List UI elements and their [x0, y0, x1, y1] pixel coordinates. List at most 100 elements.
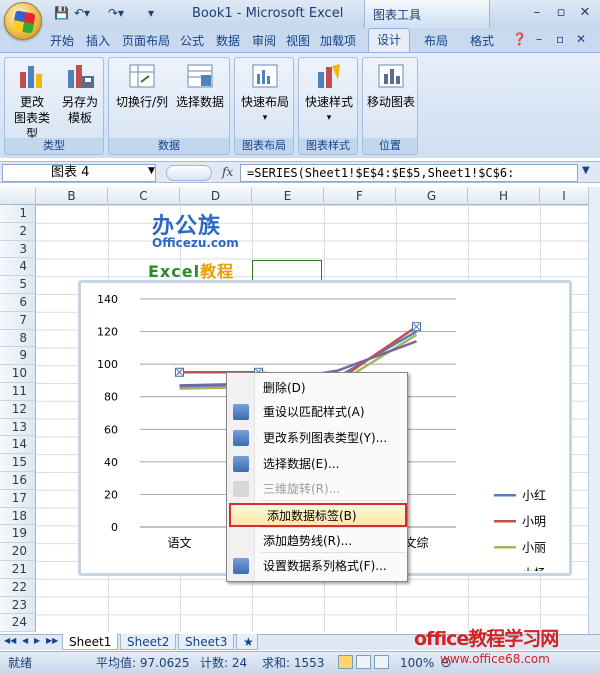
watermark-title: office教程学习网 — [414, 628, 559, 650]
last-sheet-icon[interactable]: ▶▶ — [46, 636, 58, 645]
tab-insert[interactable]: 插入 — [86, 32, 110, 49]
tab-formulas[interactable]: 公式 — [180, 32, 204, 49]
change-chart-type-button[interactable]: 更改 图表类型 — [9, 62, 55, 142]
row-header-11[interactable]: 11 — [0, 383, 36, 401]
normal-view-button[interactable] — [338, 655, 353, 669]
select-data-button[interactable]: 选择数据 — [173, 62, 227, 110]
row-header-21[interactable]: 21 — [0, 561, 36, 579]
name-box-dropdown-icon[interactable]: ▼ — [148, 166, 155, 176]
page-layout-view-button[interactable] — [356, 655, 371, 669]
name-box-value: 图表 4 — [51, 165, 90, 180]
tab-addins[interactable]: 加载项 — [320, 32, 356, 49]
page-break-view-button[interactable] — [374, 655, 389, 669]
formula-bar-controls — [166, 165, 212, 181]
row-header-17[interactable]: 17 — [0, 489, 36, 508]
tab-view[interactable]: 视图 — [286, 32, 310, 49]
y-tick-label: 140 — [97, 293, 118, 306]
next-sheet-icon[interactable]: ▶ — [34, 636, 40, 645]
name-box[interactable]: 图表 4 — [2, 164, 156, 182]
row-header-18[interactable]: 18 — [0, 507, 36, 526]
quick-styles-button[interactable]: 快速样式 ▾ — [301, 62, 357, 126]
ribbon-minimize-button[interactable]: – — [536, 32, 542, 46]
group-location: 移动图表 位置 — [362, 57, 418, 155]
select-all-corner[interactable] — [0, 187, 36, 205]
zoom-level[interactable]: 100% — [400, 653, 434, 673]
menu-item-2[interactable]: 重设以匹配样式(A) — [227, 401, 407, 423]
help-icon[interactable]: ❓ — [512, 32, 527, 46]
menu-item-4[interactable]: 选择数据(E)... — [227, 453, 407, 475]
first-sheet-icon[interactable]: ◀◀ — [4, 636, 16, 645]
switch-row-column-button[interactable]: 切换行/列 — [113, 62, 171, 110]
row-header-19[interactable]: 19 — [0, 525, 36, 544]
tab-data[interactable]: 数据 — [216, 32, 240, 49]
group-chart-layout-label: 图表布局 — [235, 138, 293, 154]
row-header-15[interactable]: 15 — [0, 454, 36, 472]
row-header-5[interactable]: 5 — [0, 276, 36, 294]
restore-button[interactable]: ▫ — [550, 4, 572, 22]
menu-item-8[interactable]: 设置数据系列格式(F)... — [227, 555, 407, 577]
row-header-9[interactable]: 9 — [0, 347, 36, 366]
row-header-1[interactable]: 1 — [0, 205, 36, 223]
expand-formula-bar-icon[interactable]: ▼ — [582, 165, 590, 176]
tab-home[interactable]: 开始 — [50, 32, 74, 49]
y-tick-label: 20 — [104, 488, 118, 501]
row-header-14[interactable]: 14 — [0, 436, 36, 455]
menu-separator — [261, 500, 405, 501]
row-header-6[interactable]: 6 — [0, 294, 36, 312]
row-header-3[interactable]: 3 — [0, 240, 36, 259]
prev-sheet-icon[interactable]: ◀ — [22, 636, 28, 645]
column-header-e[interactable]: E — [252, 187, 324, 205]
insert-sheet-icon[interactable]: ★ — [236, 634, 258, 650]
menu-item-6[interactable]: 添加数据标签(B) — [229, 503, 407, 527]
row-header-8[interactable]: 8 — [0, 329, 36, 348]
insert-function-button[interactable]: fx — [222, 165, 233, 179]
y-tick-label: 60 — [104, 423, 118, 436]
tab-page-layout[interactable]: 页面布局 — [122, 32, 170, 49]
move-chart-button[interactable]: 移动图表 — [365, 62, 417, 110]
sheet-tab-3[interactable]: Sheet3 — [178, 634, 235, 650]
switch-row-column-icon — [127, 62, 157, 90]
column-header-b[interactable]: B — [36, 187, 108, 205]
row-header-16[interactable]: 16 — [0, 472, 36, 490]
chevron-down-icon[interactable]: ▾ — [148, 6, 154, 20]
menu-item-7[interactable]: 添加趋势线(R)... — [227, 530, 407, 552]
undo-icon[interactable]: ↶▾ — [74, 6, 90, 20]
column-header-g[interactable]: G — [396, 187, 468, 205]
quick-layout-button[interactable]: 快速布局 ▾ — [237, 62, 293, 126]
row-header-13[interactable]: 13 — [0, 418, 36, 437]
tab-format[interactable]: 格式 — [470, 32, 494, 49]
column-header-h[interactable]: H — [468, 187, 540, 205]
office-button[interactable] — [4, 2, 42, 40]
row-header-2[interactable]: 2 — [0, 222, 36, 241]
save-as-template-button[interactable]: 另存为 模板 — [57, 62, 103, 126]
column-header-d[interactable]: D — [180, 187, 252, 205]
close-button[interactable]: ✕ — [574, 4, 596, 22]
row-header-24[interactable]: 24 — [0, 614, 36, 633]
row-header-12[interactable]: 12 — [0, 400, 36, 419]
row-header-4[interactable]: 4 — [0, 258, 36, 277]
sheet-tab-1[interactable]: Sheet1 — [62, 634, 119, 650]
column-header-i[interactable]: I — [540, 187, 588, 205]
save-icon[interactable]: 💾 — [54, 6, 69, 20]
row-header-10[interactable]: 10 — [0, 365, 36, 383]
minimize-button[interactable]: – — [526, 4, 548, 22]
sheet-tab-2[interactable]: Sheet2 — [120, 634, 177, 650]
menu-item-1[interactable]: 删除(D) — [227, 377, 407, 399]
row-header-7[interactable]: 7 — [0, 311, 36, 330]
tab-review[interactable]: 审阅 — [252, 32, 276, 49]
formula-input[interactable]: =SERIES(Sheet1!$E$4:$E$5,Sheet1!$C$6: — [240, 164, 578, 182]
vertical-scrollbar[interactable] — [588, 187, 600, 634]
ribbon-close-button[interactable]: ✕ — [576, 32, 586, 46]
tab-layout[interactable]: 布局 — [424, 32, 448, 49]
column-header-f[interactable]: F — [324, 187, 396, 205]
row-header-22[interactable]: 22 — [0, 578, 36, 597]
tab-design[interactable]: 设计 — [368, 28, 410, 53]
select-data-label: 选择数据 — [175, 95, 224, 109]
menu-item-3[interactable]: 更改系列图表类型(Y)... — [227, 427, 407, 449]
column-header-c[interactable]: C — [108, 187, 180, 205]
row-header-20[interactable]: 20 — [0, 543, 36, 561]
ribbon-restore-button[interactable]: ▫ — [556, 32, 564, 46]
row-header-23[interactable]: 23 — [0, 596, 36, 615]
rotate-3d-icon — [233, 481, 249, 497]
redo-icon[interactable]: ↷▾ — [108, 6, 124, 20]
